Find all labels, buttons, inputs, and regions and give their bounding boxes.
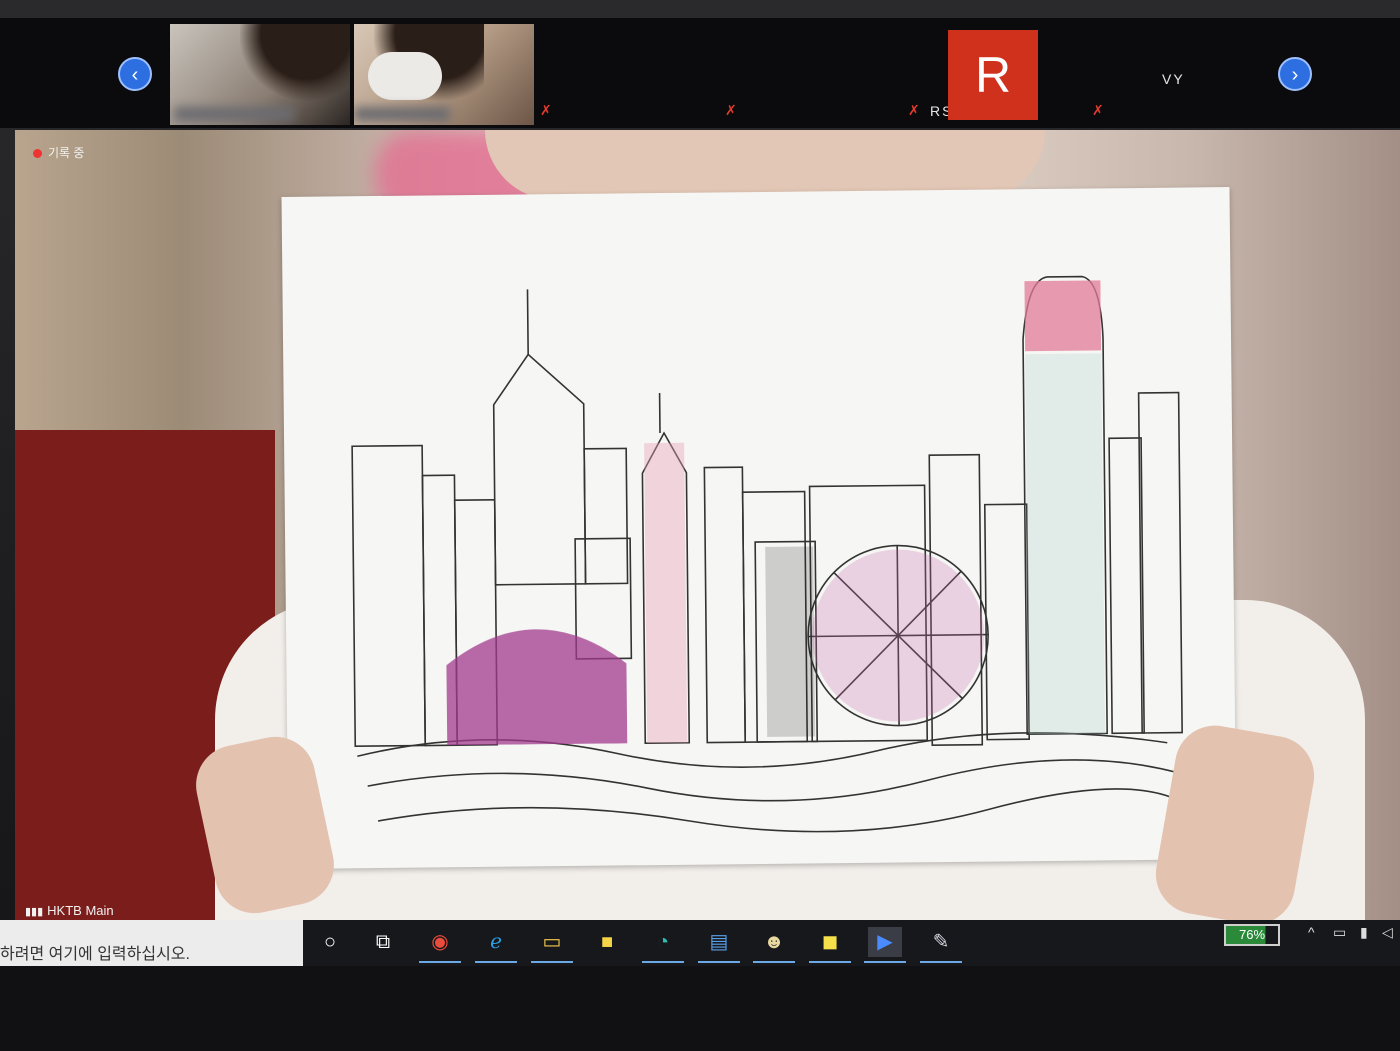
internet-explorer-icon[interactable]: ℯ [475,927,517,963]
next-page-button[interactable]: › [1278,57,1312,91]
paint-icon[interactable]: ✎ [920,927,962,963]
prev-page-button[interactable]: ‹ [118,57,152,91]
chevron-up-icon[interactable]: ^ [1308,924,1315,940]
notepad-icon[interactable]: ▤ [698,927,740,963]
chevron-left-icon: ‹ [131,64,139,86]
main-video[interactable]: 기록 중 ▮▮▮ HKTB Main [15,130,1400,920]
mic-muted-icon: ✗ [908,102,920,118]
recording-label: 기록 중 [48,146,85,160]
chevron-right-icon: › [1291,64,1299,86]
taskbar: 하려면 여기에 입력하십시오. ○ ⧉ ◉ ℯ ▭ ■ ◔ ▤ ☻ ◼ ▶ ✎ … [0,920,1400,966]
skyline-drawing [351,275,1184,833]
meeting-name: HKTB Main [47,903,114,918]
face-mask [368,52,442,100]
zoom-icon[interactable]: ▶ [864,927,906,963]
recording-indicator: 기록 중 [33,144,84,161]
mic-muted-icon: ✗ [540,102,552,118]
mic-muted-icon: ✗ [725,102,737,118]
participant-video-2[interactable] [354,24,534,125]
volume-icon[interactable]: ◁ [1382,924,1393,941]
signal-bars-icon: ▮▮▮ [25,906,44,918]
sticky-notes-icon[interactable]: ■ [590,927,624,957]
recording-dot-icon [33,149,42,159]
participant-tile-3[interactable]: ✗ [540,24,720,125]
mic-muted-icon: ✗ [1092,102,1104,118]
blurred-name [725,24,825,48]
participant-strip: ‹ ✗ ✗ ✗ RS R VY ✗ › [0,18,1400,128]
participant-tile-6[interactable]: VY ✗ [1092,24,1262,125]
monitor-bezel [0,966,1400,1051]
chrome-icon[interactable]: ◉ [419,927,461,963]
game-icon[interactable]: ☻ [753,927,795,963]
edge-icon[interactable]: ◔ [642,927,684,963]
wifi-icon[interactable]: ▮ [1360,924,1368,941]
drawing-paper [281,187,1237,869]
blurred-name [354,107,450,121]
participant-video-1[interactable] [170,24,350,125]
participant-name: VY [1162,71,1185,87]
search-box[interactable]: 하려면 여기에 입력하십시오. [0,920,303,966]
participant-tile-4[interactable]: ✗ [725,24,905,125]
blurred-name [174,107,294,121]
file-explorer-icon[interactable]: ▭ [531,927,573,963]
meeting-name-label: ▮▮▮ HKTB Main [25,903,114,918]
battery-icon[interactable]: ▭ [1333,924,1346,941]
blurred-name [540,24,660,48]
task-view-icon[interactable]: ⧉ [366,927,400,957]
avatar: R [948,30,1038,120]
kakaotalk-icon[interactable]: ◼ [809,927,851,963]
cortana-icon[interactable]: ○ [313,927,347,957]
battery-indicator[interactable]: 76% [1224,924,1280,946]
